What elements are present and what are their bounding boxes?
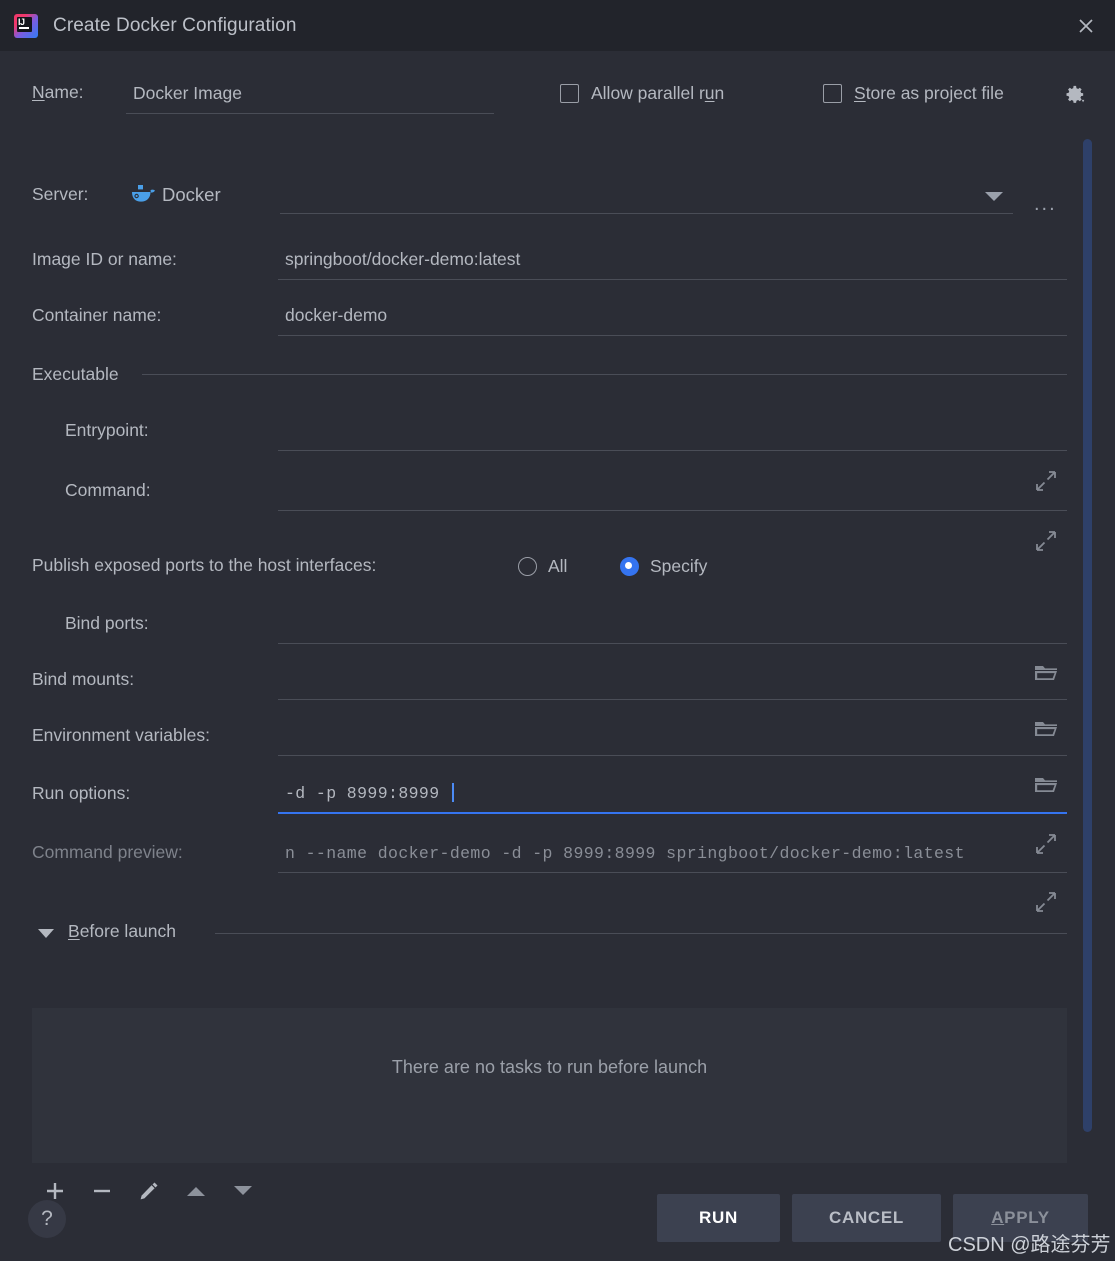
server-combobox[interactable]: [280, 170, 1013, 214]
radio-label-all: All: [548, 556, 568, 576]
allow-parallel-run-label: Allow parallel run: [591, 83, 725, 103]
cancel-button[interactable]: CANCEL: [792, 1194, 941, 1242]
image-id-label: Image ID or name:: [32, 249, 177, 269]
before-launch-empty-text: There are no tasks to run before launch: [391, 1057, 708, 1077]
radio-button[interactable]: [518, 557, 537, 576]
server-value: Docker: [162, 184, 221, 205]
environment-variables-input[interactable]: [278, 712, 1067, 756]
apply-button[interactable]: APPLY: [953, 1194, 1088, 1242]
store-as-project-file-checkbox[interactable]: Store as project file: [823, 83, 1004, 104]
text-caret: [452, 783, 454, 802]
name-input[interactable]: Docker Image: [126, 70, 494, 114]
radio-publish-all[interactable]: All: [518, 556, 567, 577]
run-button[interactable]: RUN: [657, 1194, 780, 1242]
title-bar: IJ Create Docker Configuration: [0, 0, 1115, 51]
server-more-button[interactable]: ...: [1034, 193, 1057, 216]
before-launch-title: Before launch: [68, 921, 177, 941]
dialog-footer: ? RUN CANCEL APPLY: [0, 1181, 1115, 1261]
docker-whale-icon: [130, 183, 156, 210]
chevron-down-icon[interactable]: [37, 926, 55, 944]
vertical-scrollbar[interactable]: [1083, 139, 1092, 1132]
command-preview-label: Command preview:: [32, 842, 183, 862]
bind-ports-label: Bind ports:: [65, 613, 149, 633]
image-id-input[interactable]: springboot/docker-demo:latest: [278, 236, 1067, 280]
run-options-input[interactable]: -d -p 8999:8999: [278, 770, 1067, 814]
environment-variables-label: Environment variables:: [32, 725, 210, 745]
checkbox-box[interactable]: [823, 84, 842, 103]
gear-icon[interactable]: [1064, 83, 1087, 111]
intellij-idea-logo: IJ: [13, 13, 39, 39]
radio-button[interactable]: [620, 557, 639, 576]
expand-icon[interactable]: [1034, 529, 1058, 558]
chevron-down-icon[interactable]: [983, 190, 1005, 208]
help-button[interactable]: ?: [28, 1200, 66, 1238]
before-launch-task-list[interactable]: There are no tasks to run before launch: [32, 1008, 1067, 1163]
radio-label-specify: Specify: [650, 556, 708, 576]
store-as-project-file-label: Store as project file: [854, 83, 1004, 103]
entrypoint-label: Entrypoint:: [65, 420, 149, 440]
name-label: Name:: [32, 82, 84, 102]
section-divider: [142, 374, 1067, 375]
close-icon[interactable]: [1057, 0, 1115, 51]
container-name-label: Container name:: [32, 305, 162, 325]
section-divider: [215, 933, 1067, 934]
expand-icon[interactable]: [1034, 890, 1058, 919]
bind-mounts-label: Bind mounts:: [32, 669, 135, 689]
bind-mounts-input[interactable]: [278, 656, 1067, 700]
container-name-input[interactable]: docker-demo: [278, 292, 1067, 336]
bind-ports-input[interactable]: [278, 600, 1067, 644]
radio-publish-specify[interactable]: Specify: [620, 556, 707, 577]
checkbox-box[interactable]: [560, 84, 579, 103]
command-preview-input: n --name docker-demo -d -p 8999:8999 spr…: [278, 829, 1067, 873]
window-title: Create Docker Configuration: [53, 14, 297, 36]
publish-ports-label: Publish exposed ports to the host interf…: [32, 555, 377, 575]
executable-section-label: Executable: [32, 364, 119, 384]
command-input[interactable]: [278, 467, 1067, 511]
dialog-content: Name: Docker Image Allow parallel run St…: [0, 51, 1115, 1199]
command-label: Command:: [65, 480, 151, 500]
entrypoint-input[interactable]: [278, 407, 1067, 451]
run-options-label: Run options:: [32, 783, 131, 803]
server-label: Server:: [32, 184, 89, 204]
allow-parallel-run-checkbox[interactable]: Allow parallel run: [560, 83, 724, 104]
